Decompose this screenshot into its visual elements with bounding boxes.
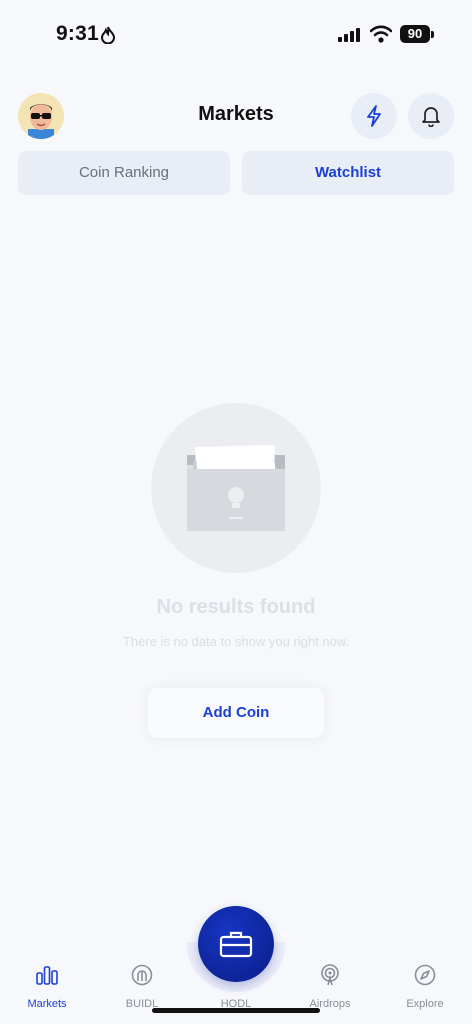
notifications-button[interactable] xyxy=(408,93,454,139)
empty-state-illustration xyxy=(151,403,321,573)
buidl-icon xyxy=(131,964,153,986)
status-time: 9:31 xyxy=(56,22,99,45)
battery-tip xyxy=(431,31,434,38)
compass-icon xyxy=(414,964,436,986)
tab-watchlist[interactable]: Watchlist xyxy=(242,151,454,195)
battery-indicator: 90 xyxy=(400,25,430,43)
empty-state-subtitle: There is no data to show you right now. xyxy=(122,634,350,649)
bar-chart-icon xyxy=(36,966,58,985)
nav-markets[interactable]: Markets xyxy=(7,962,87,1010)
market-tabs: Coin Ranking Watchlist xyxy=(18,151,454,195)
nav-markets-label: Markets xyxy=(27,998,67,1010)
airdrops-icon xyxy=(321,964,339,986)
nav-explore[interactable]: Explore xyxy=(385,962,465,1010)
home-indicator xyxy=(152,1008,320,1013)
status-bar: 9:31 90 xyxy=(0,0,472,70)
page-title: Markets xyxy=(198,103,274,125)
nav-airdrops[interactable]: Airdrops xyxy=(290,962,370,1010)
folder-lightbulb-icon xyxy=(187,445,285,531)
header: Markets xyxy=(0,90,472,140)
wifi-icon xyxy=(370,25,392,43)
empty-state-title: No results found xyxy=(156,596,316,618)
quick-actions-button[interactable] xyxy=(351,93,397,139)
flame-icon xyxy=(101,26,115,44)
bell-icon xyxy=(422,107,440,127)
nav-hodl[interactable]: HODL xyxy=(196,962,276,1010)
add-coin-button[interactable]: Add Coin xyxy=(148,688,324,738)
briefcase-icon xyxy=(219,931,253,958)
tab-coin-ranking[interactable]: Coin Ranking xyxy=(18,151,230,195)
nav-buidl[interactable]: BUIDL xyxy=(102,962,182,1010)
cellular-signal-icon xyxy=(338,28,360,42)
nav-explore-label: Explore xyxy=(406,998,444,1010)
lightning-icon xyxy=(367,105,381,127)
